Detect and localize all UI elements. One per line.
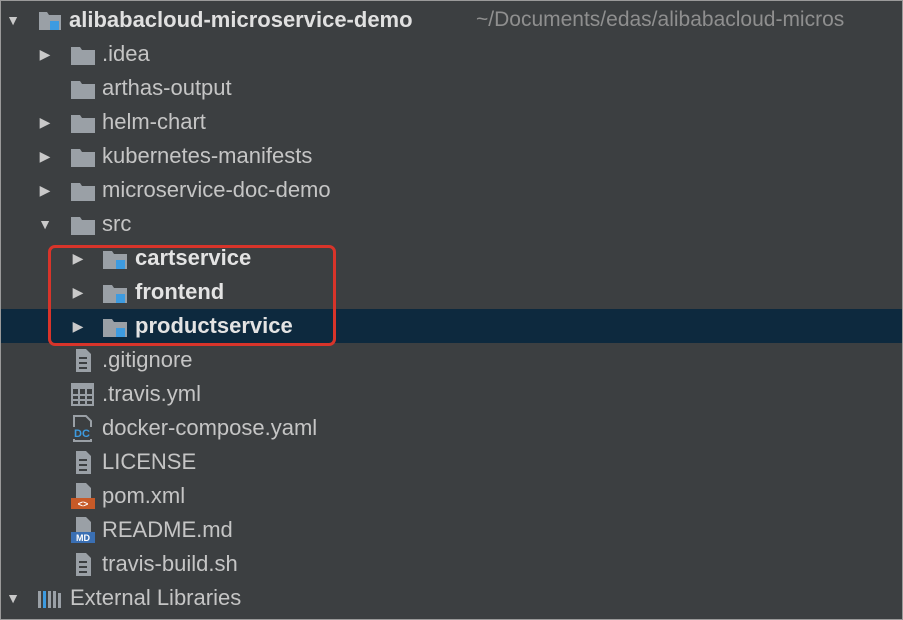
folder-label: helm-chart xyxy=(102,109,206,134)
project-tree-panel: ▼ alibabacloud-microservice-demo ~/Docum… xyxy=(0,0,903,620)
text-file-icon xyxy=(69,547,97,581)
folder-icon xyxy=(69,37,97,71)
chevron-right-icon[interactable]: ▶ xyxy=(35,105,55,139)
file-label: LICENSE xyxy=(102,449,197,474)
chevron-down-icon[interactable]: ▼ xyxy=(3,581,23,615)
file-label: docker-compose.yaml xyxy=(102,415,318,440)
chevron-right-icon[interactable]: ▶ xyxy=(35,37,55,71)
tree-row-folder[interactable]: ▶ microservice-doc-demo xyxy=(1,173,902,207)
yaml-file-icon xyxy=(69,377,97,411)
folder-icon xyxy=(69,173,97,207)
module-folder-icon xyxy=(37,3,65,37)
xml-file-icon: <> xyxy=(69,479,97,513)
file-label: README.md xyxy=(102,517,233,542)
tree-row-file[interactable]: LICENSE xyxy=(1,445,902,479)
tree-row-file[interactable]: <> pom.xml xyxy=(1,479,902,513)
markdown-file-icon: MD xyxy=(69,513,97,547)
tree-row-file[interactable]: .travis.yml xyxy=(1,377,902,411)
file-label: pom.xml xyxy=(102,483,186,508)
tree-row-file[interactable]: .gitignore xyxy=(1,343,902,377)
libraries-icon xyxy=(35,581,63,615)
tree-row-root[interactable]: ▼ alibabacloud-microservice-demo ~/Docum… xyxy=(1,3,902,37)
chevron-down-icon[interactable]: ▼ xyxy=(35,207,55,241)
external-libraries-label: External Libraries xyxy=(70,585,242,610)
chevron-right-icon[interactable]: ▶ xyxy=(35,173,55,207)
text-file-icon xyxy=(69,343,97,377)
folder-icon xyxy=(69,207,97,241)
svg-text:DC: DC xyxy=(74,428,90,440)
folder-icon xyxy=(69,71,97,105)
tree-row-file[interactable]: travis-build.sh xyxy=(1,547,902,581)
docker-compose-file-icon: DC xyxy=(69,411,97,445)
project-path: ~/Documents/edas/alibabacloud-micros xyxy=(476,8,845,31)
folder-label: kubernetes-manifests xyxy=(102,143,313,168)
chevron-right-icon[interactable]: ▶ xyxy=(35,139,55,173)
svg-text:<>: <> xyxy=(78,499,89,509)
folder-label: .idea xyxy=(102,41,150,66)
tree-row-folder[interactable]: ▶ .idea xyxy=(1,37,902,71)
tree-row-file[interactable]: DC docker-compose.yaml xyxy=(1,411,902,445)
file-label: travis-build.sh xyxy=(102,551,238,576)
file-label: .travis.yml xyxy=(102,381,201,406)
tree-row-folder[interactable]: ▶ helm-chart xyxy=(1,105,902,139)
folder-label: src xyxy=(102,211,132,236)
svg-text:MD: MD xyxy=(76,533,90,543)
project-name: alibabacloud-microservice-demo xyxy=(69,7,413,32)
tree-row-file[interactable]: MD README.md xyxy=(1,513,902,547)
folder-icon xyxy=(69,105,97,139)
chevron-down-icon[interactable]: ▼ xyxy=(3,3,23,37)
text-file-icon xyxy=(69,445,97,479)
folder-label: arthas-output xyxy=(102,75,232,100)
tree-row-external-libraries[interactable]: ▼ External Libraries xyxy=(1,581,902,615)
folder-label: microservice-doc-demo xyxy=(102,177,331,202)
tree-row-folder[interactable]: arthas-output xyxy=(1,71,902,105)
file-label: .gitignore xyxy=(102,347,193,372)
tree-row-folder[interactable]: ▶ kubernetes-manifests xyxy=(1,139,902,173)
folder-icon xyxy=(69,139,97,173)
highlight-box xyxy=(48,245,336,346)
tree-row-folder-src[interactable]: ▼ src xyxy=(1,207,902,241)
